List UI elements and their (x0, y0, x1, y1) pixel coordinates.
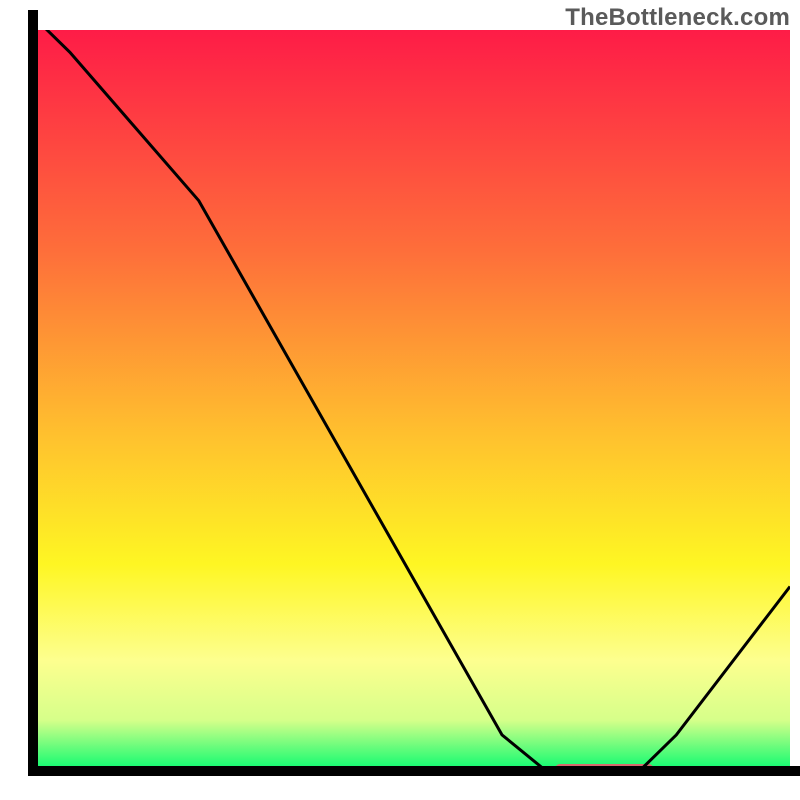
watermark-text: TheBottleneck.com (565, 4, 790, 32)
chart-svg (0, 0, 800, 800)
bottleneck-chart: TheBottleneck.com (0, 0, 800, 800)
